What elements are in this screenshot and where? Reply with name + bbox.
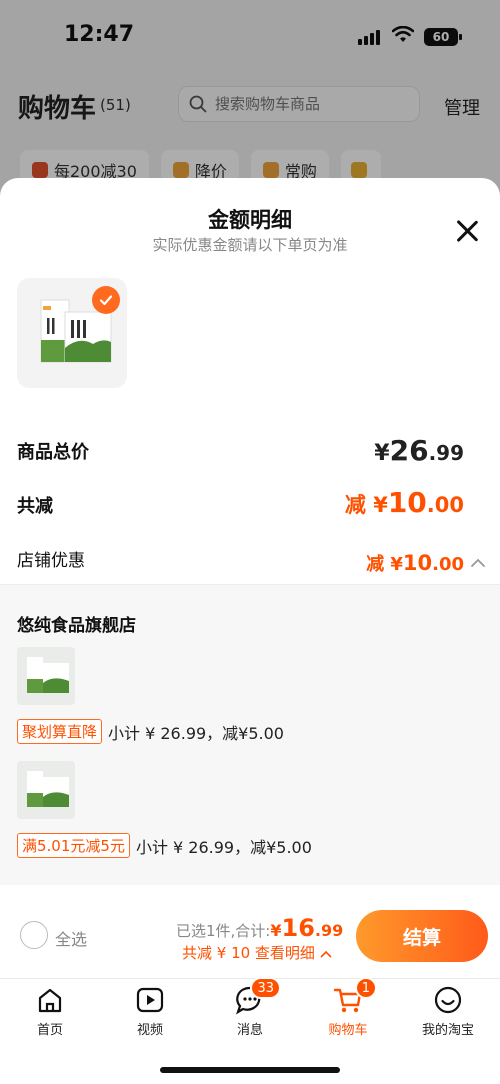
- store-discount-integer: 10: [402, 551, 433, 575]
- reduce-prefix: 减 ¥: [344, 493, 388, 517]
- discount-text: 共减 ¥ 10 查看明细: [182, 944, 315, 962]
- tab-video[interactable]: 视频: [110, 985, 190, 1038]
- item-image: [17, 761, 75, 819]
- total-price-value: ¥26.99: [374, 434, 464, 467]
- tab-my-taobao[interactable]: 我的淘宝: [408, 985, 488, 1038]
- store-discount-detail: 悠纯食品旗舰店 聚划算直降 小计 ¥ 26.99，减¥5.00 满5.01元减5…: [0, 585, 500, 885]
- selected-check-icon: [92, 286, 120, 314]
- checkout-bar: 全选 已选1件,合计: ¥16.99 共减 ¥ 10 查看明细 结算: [0, 898, 500, 978]
- tab-messages[interactable]: 33 消息: [210, 977, 290, 1038]
- reduce-value: 减 ¥10.00: [345, 486, 464, 519]
- promo-line: 聚划算直降 小计 ¥ 26.99，减¥5.00: [17, 719, 284, 744]
- home-indicator: [160, 1067, 340, 1073]
- promo-tag: 聚划算直降: [17, 719, 103, 744]
- reduce-label: 共减: [17, 496, 53, 517]
- reduce-decimal: .00: [426, 493, 464, 517]
- cart-badge: 1: [354, 977, 377, 999]
- price-integer: 26: [389, 434, 429, 467]
- reduce-integer: 10: [387, 486, 427, 519]
- checkout-total: ¥16.99: [270, 914, 343, 942]
- select-all-label[interactable]: 全选: [55, 926, 87, 950]
- store-discount-label: 店铺优惠: [17, 551, 85, 571]
- message-badge: 33: [250, 977, 281, 999]
- tab-label: 视频: [136, 1023, 163, 1038]
- total-decimal: .99: [314, 921, 344, 940]
- price-decimal: .99: [428, 441, 464, 465]
- home-icon: [38, 988, 62, 1013]
- close-icon[interactable]: [454, 218, 480, 244]
- store-discount-prefix: 减 ¥: [366, 554, 403, 575]
- promo-detail: 小计 ¥ 26.99，减¥5.00: [135, 837, 312, 857]
- promo-tag: 满5.01元减5元: [17, 833, 130, 858]
- tab-label: 消息: [236, 1023, 263, 1038]
- total-symbol: ¥: [270, 921, 282, 940]
- selected-prefix: 已选1件,合计:: [176, 922, 271, 940]
- total-integer: 16: [281, 914, 315, 942]
- sheet-title: 金额明细: [208, 208, 292, 232]
- tab-label: 我的淘宝: [421, 1023, 474, 1038]
- store-discount-toggle[interactable]: 减 ¥10.00: [366, 550, 486, 576]
- select-all-radio[interactable]: [20, 921, 48, 949]
- tab-home[interactable]: 首页: [10, 985, 90, 1038]
- view-detail-link[interactable]: 共减 ¥ 10 查看明细: [182, 942, 332, 963]
- promo-detail: 小计 ¥ 26.99，减¥5.00: [108, 723, 284, 743]
- tab-cart[interactable]: 1 购物车: [308, 977, 388, 1038]
- item-image: [17, 647, 75, 705]
- amount-detail-sheet: 金额明细 实际优惠金额请以下单页为准 商品总价 ¥26.99 共减 减 ¥10.…: [0, 178, 500, 898]
- checkout-button[interactable]: 结算: [356, 910, 488, 962]
- store-discount-value: 减 ¥10.00: [366, 550, 464, 576]
- tab-label: 首页: [36, 1023, 63, 1038]
- promo-line: 满5.01元减5元 小计 ¥ 26.99，减¥5.00: [17, 833, 312, 858]
- selected-summary: 已选1件,合计: ¥16.99: [176, 914, 343, 942]
- store-discount-decimal: .00: [432, 554, 464, 575]
- chevron-up-icon: [320, 950, 332, 958]
- video-icon: [136, 987, 164, 1013]
- store-name: 悠纯食品旗舰店: [17, 616, 136, 636]
- currency-symbol: ¥: [374, 441, 390, 466]
- total-price-label: 商品总价: [17, 442, 89, 463]
- chevron-up-icon: [471, 558, 485, 567]
- sheet-subtitle: 实际优惠金额请以下单页为准: [152, 236, 348, 254]
- tab-label: 购物车: [328, 1023, 368, 1038]
- profile-smile-icon: [434, 986, 462, 1014]
- overlay-dim[interactable]: [0, 0, 500, 200]
